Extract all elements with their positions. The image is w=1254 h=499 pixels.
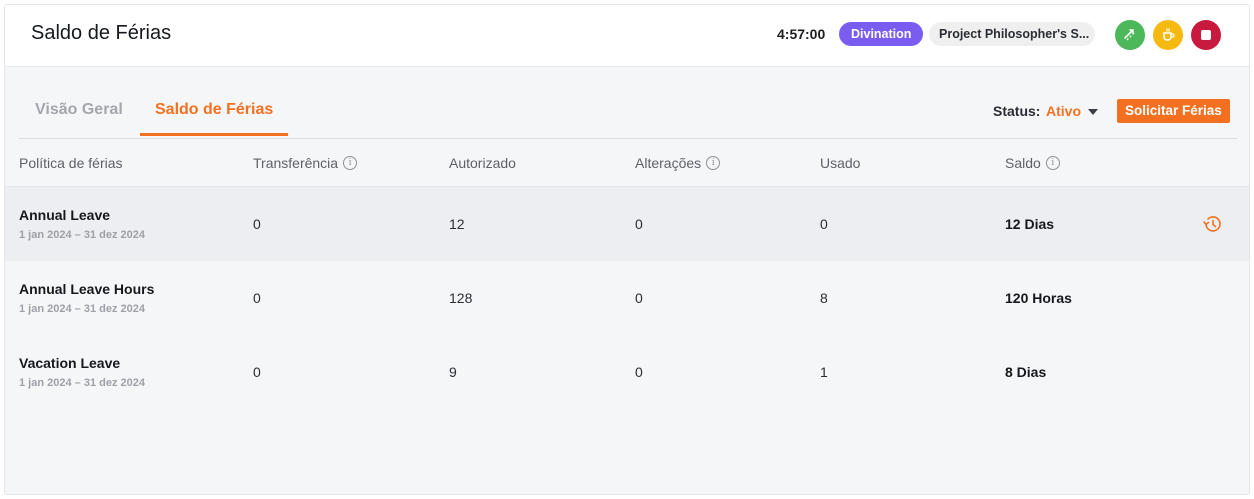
used-value: 1 xyxy=(820,364,828,380)
column-header-policy: Política de férias xyxy=(19,155,123,171)
timer-display: 4:57:00 xyxy=(777,26,826,42)
switch-arrows-icon xyxy=(1124,29,1136,41)
transfer-value: 0 xyxy=(253,364,261,380)
column-header-balance: Saldo i xyxy=(1005,155,1060,171)
changes-value: 0 xyxy=(635,364,643,380)
active-tab-indicator xyxy=(140,133,288,136)
table-row[interactable]: Annual Leave 1 jan 2024 – 31 dez 2024 0 … xyxy=(5,187,1249,261)
policy-dates: 1 jan 2024 – 31 dez 2024 xyxy=(19,229,145,241)
changes-value: 0 xyxy=(635,290,643,306)
table-row[interactable]: Annual Leave Hours 1 jan 2024 – 31 dez 2… xyxy=(5,261,1249,335)
balance-value: 8 Dias xyxy=(1005,364,1047,380)
policy-dates: 1 jan 2024 – 31 dez 2024 xyxy=(19,377,145,389)
tabs-bar: Visão Geral Saldo de Férias Status: Ativ… xyxy=(5,67,1249,139)
status-filter-value[interactable]: Ativo xyxy=(1046,103,1081,119)
column-header-transfer: Transferência i xyxy=(253,155,358,171)
transfer-value: 0 xyxy=(253,216,261,232)
policy-name: Annual Leave xyxy=(19,207,111,223)
info-icon[interactable]: i xyxy=(1045,156,1060,170)
used-value: 8 xyxy=(820,290,828,306)
task-pill[interactable]: Project Philosopher's S... xyxy=(929,22,1095,46)
coffee-cup-icon xyxy=(1163,28,1175,41)
table-header: Política de férias Transferência i Autori… xyxy=(5,139,1249,187)
stop-icon xyxy=(1201,30,1211,40)
request-leave-button[interactable]: Solicitar Férias xyxy=(1117,99,1230,123)
authorized-value: 9 xyxy=(449,364,457,380)
policy-name: Annual Leave Hours xyxy=(19,281,155,297)
switch-task-button[interactable] xyxy=(1115,20,1145,50)
balance-value: 12 Dias xyxy=(1005,216,1055,232)
status-label: Status: xyxy=(993,103,1041,119)
tab-overview[interactable]: Visão Geral xyxy=(35,101,123,119)
transfer-value: 0 xyxy=(253,290,261,306)
info-icon[interactable]: i xyxy=(343,156,358,170)
stop-button[interactable] xyxy=(1191,20,1221,50)
column-header-used: Usado xyxy=(820,155,861,171)
balance-value: 120 Horas xyxy=(1005,290,1072,306)
project-pill[interactable]: Divination xyxy=(839,22,924,46)
changes-value: 0 xyxy=(635,216,643,232)
history-icon[interactable] xyxy=(1201,213,1223,235)
used-value: 0 xyxy=(820,216,828,232)
page-title: Saldo de Férias xyxy=(31,22,172,44)
authorized-value: 128 xyxy=(449,290,473,306)
break-button[interactable] xyxy=(1153,20,1183,50)
top-header: Saldo de Férias 4:57:00 Divination Proje… xyxy=(5,5,1249,67)
column-header-changes: Alterações i xyxy=(635,155,721,171)
column-header-authorized: Autorizado xyxy=(449,155,516,171)
info-icon[interactable]: i xyxy=(706,156,721,170)
chevron-down-icon[interactable] xyxy=(1088,109,1098,115)
app-frame: Saldo de Férias 4:57:00 Divination Proje… xyxy=(4,4,1250,495)
tab-leave-balance[interactable]: Saldo de Férias xyxy=(155,101,273,119)
table-row[interactable]: Vacation Leave 1 jan 2024 – 31 dez 2024 … xyxy=(5,335,1249,409)
authorized-value: 12 xyxy=(449,216,465,232)
policy-name: Vacation Leave xyxy=(19,355,121,371)
policy-dates: 1 jan 2024 – 31 dez 2024 xyxy=(19,303,145,315)
